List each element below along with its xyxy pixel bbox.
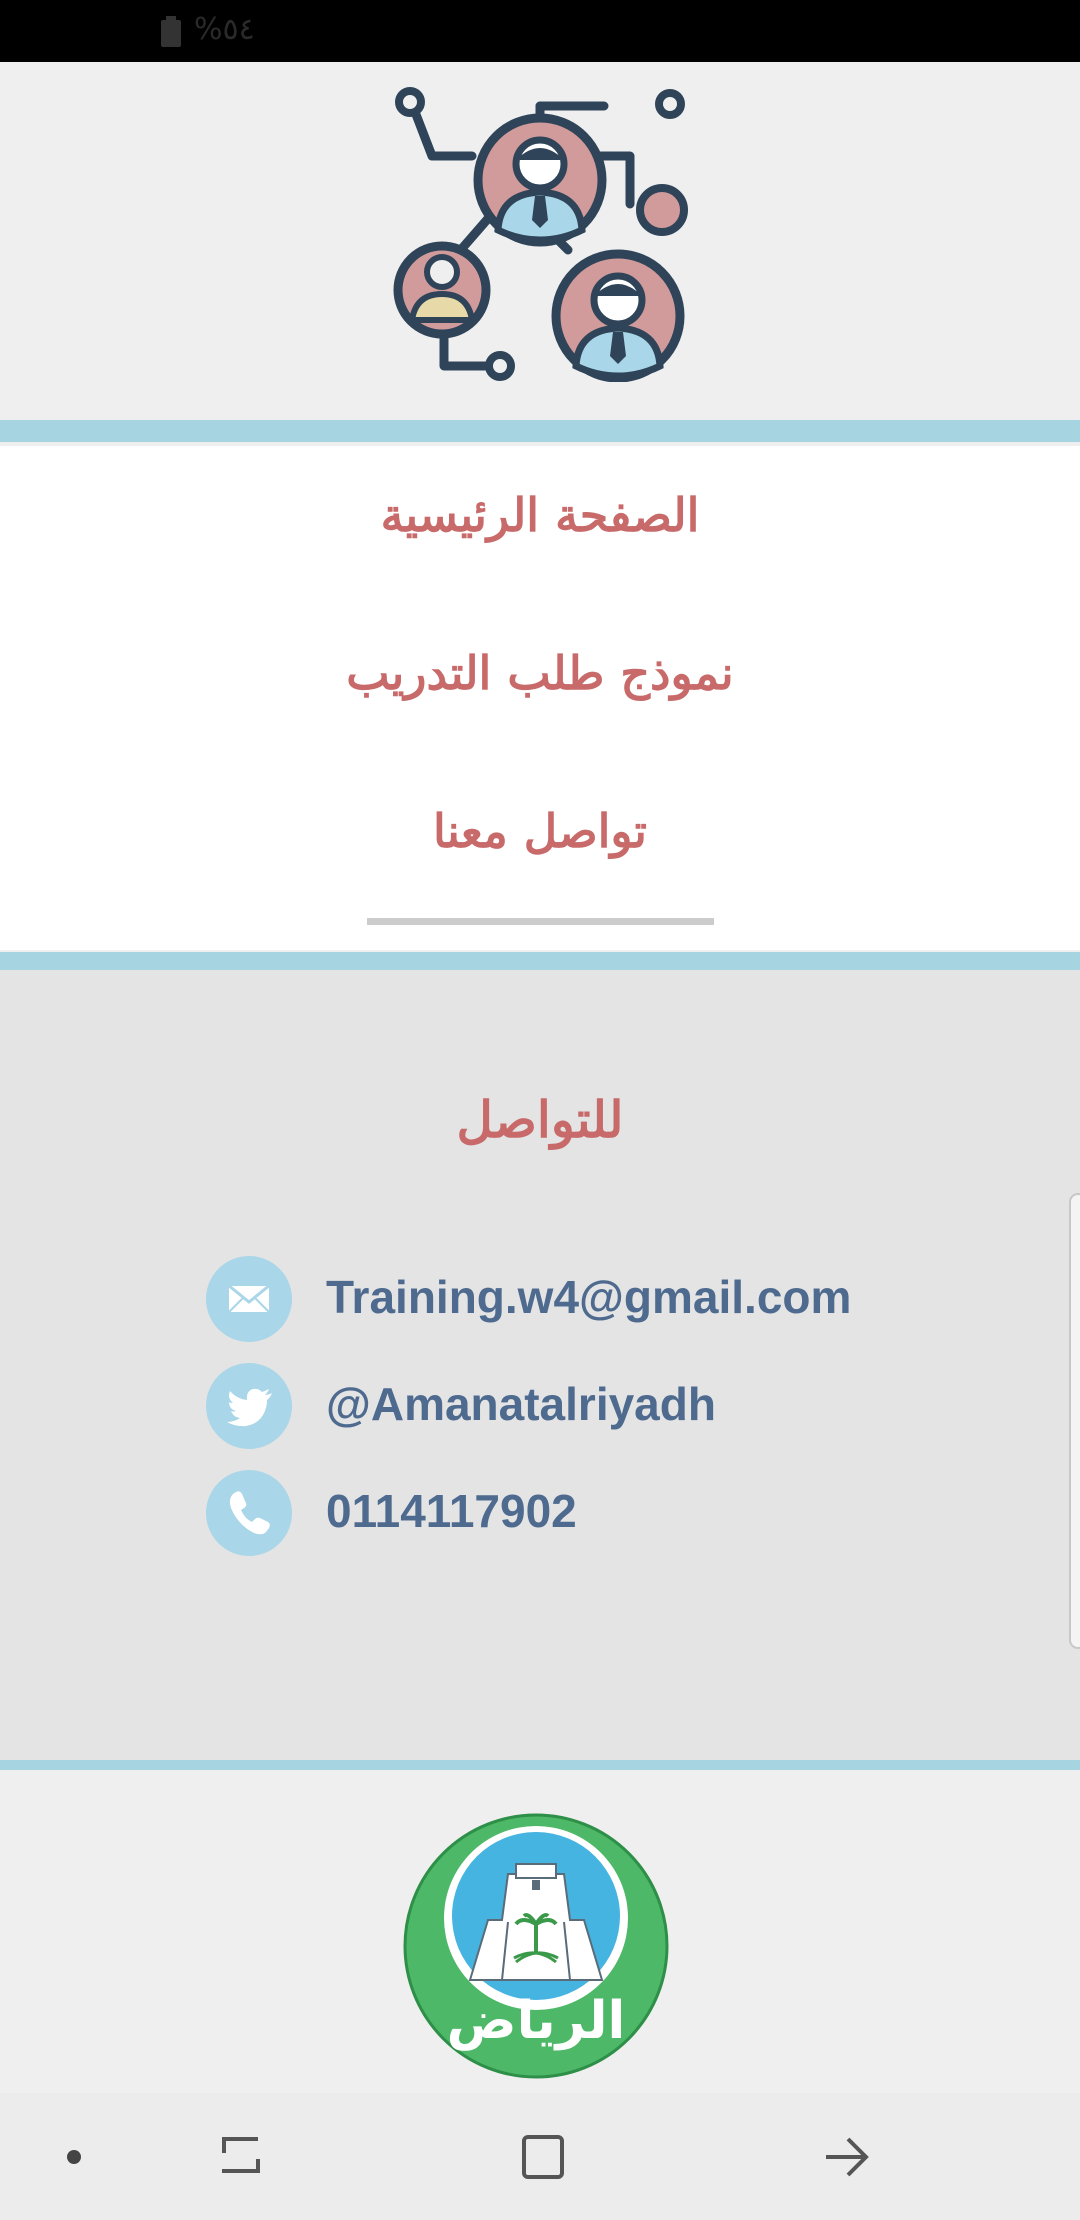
twitter-icon	[206, 1363, 292, 1449]
system-navigation-bar	[0, 2093, 1080, 2220]
contact-phone-row[interactable]: 0114117902	[206, 1470, 966, 1556]
phone-icon	[206, 1470, 292, 1556]
nav-item-home[interactable]: الصفحة الرئيسية	[0, 488, 1080, 542]
nav-divider	[367, 918, 714, 925]
contact-section: للتواصل Training.w4@gmail.com @Amanatalr…	[0, 970, 1080, 1760]
home-icon[interactable]	[518, 2133, 568, 2181]
back-icon[interactable]	[822, 2133, 872, 2181]
dot-icon[interactable]	[62, 2133, 86, 2181]
email-icon	[206, 1256, 292, 1342]
accent-band-middle	[0, 952, 1080, 970]
accent-band-top	[0, 420, 1080, 442]
status-bar: %٥٤	[0, 0, 1080, 62]
edge-panel-handle[interactable]	[1069, 1193, 1080, 1649]
contact-twitter-row[interactable]: @Amanatalriyadh	[206, 1363, 966, 1449]
battery-icon	[161, 16, 181, 47]
header-banner	[0, 62, 1080, 420]
contact-email[interactable]: Training.w4@gmail.com	[326, 1270, 851, 1324]
riyadh-municipality-logo: الرياض	[403, 1813, 669, 2079]
battery-percentage: %٥٤	[194, 12, 255, 47]
logo-text: الرياض	[447, 1991, 626, 2051]
contact-title: للتواصل	[456, 1090, 624, 1149]
nav-item-contact-us[interactable]: تواصل معنا	[0, 804, 1080, 858]
contact-twitter-handle[interactable]: @Amanatalriyadh	[326, 1377, 716, 1431]
recent-apps-icon[interactable]	[216, 2133, 266, 2181]
team-network-icon	[393, 87, 688, 382]
nav-item-training-request-form[interactable]: نموذج طلب التدريب	[0, 646, 1080, 700]
footer: الرياض	[0, 1770, 1080, 2093]
contact-email-row[interactable]: Training.w4@gmail.com	[206, 1256, 966, 1342]
navigation-menu: الصفحة الرئيسية نموذج طلب التدريب تواصل …	[0, 446, 1080, 950]
contact-phone-number[interactable]: 0114117902	[326, 1484, 577, 1538]
accent-band-bottom	[0, 1760, 1080, 1770]
